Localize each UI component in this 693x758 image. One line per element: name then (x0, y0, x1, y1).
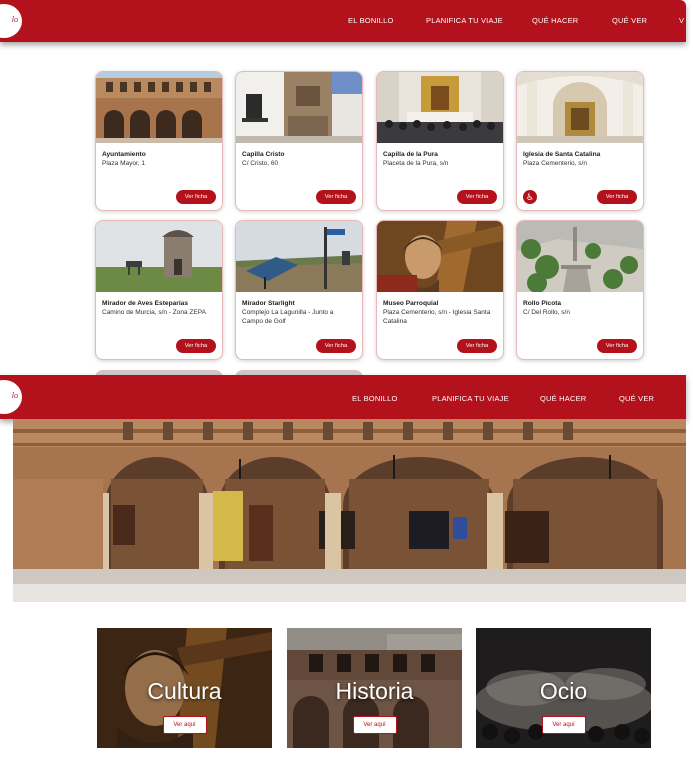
place-card-capilla-cristo[interactable]: Capilla Cristo C/ Cristo, 60 Ver ficha (235, 71, 363, 211)
place-card-rollo-picota[interactable]: Rollo Picota C/ Del Rollo, s/n Ver ficha (516, 220, 644, 360)
category-tile-historia[interactable]: Historia Ver aquí (287, 628, 462, 748)
tile-label: Historia (335, 678, 414, 704)
site-logo[interactable]: lo (0, 4, 22, 38)
card-title: Capilla Cristo (242, 151, 285, 158)
card-address: C/ Cristo, 60 (242, 160, 279, 167)
category-tile-cultura[interactable]: Cultura Ver aquí (97, 628, 272, 748)
nav-item-que-hacer[interactable]: QUÉ HACER (540, 394, 586, 403)
card-title: Museo Parroquial (383, 300, 439, 307)
place-card-capilla-de-la-pura[interactable]: Capilla de la Pura Placeta de la Pura, s… (376, 71, 504, 211)
tile-label: Cultura (147, 678, 222, 704)
ver-ficha-button[interactable]: Ver ficha (176, 339, 216, 353)
nav-item-que-ver[interactable]: QUÉ VER (612, 16, 647, 25)
card-address: Plaza Mayor, 1 (102, 160, 145, 167)
card-photo (236, 221, 362, 292)
logo-text: lo (11, 391, 18, 400)
ver-aqui-button[interactable]: Ver aquí (352, 716, 397, 734)
card-address: Placeta de la Pura, s/n (383, 160, 449, 167)
card-title: Rollo Picota (523, 300, 562, 307)
second-navbar: lo EL BONILLO PLANIFICA TU VIAJE QUÉ HAC… (0, 375, 686, 419)
card-title: Iglesia de Santa Catalina (523, 151, 601, 158)
card-address: Plaza Cementerio, s/n - Iglesia Santa Ca… (383, 309, 491, 325)
card-title: Ayuntamiento (102, 151, 146, 158)
card-photo (96, 221, 222, 292)
card-photo (377, 72, 503, 143)
nav-item-el-bonillo[interactable]: EL BONILLO (352, 394, 398, 403)
ver-ficha-button[interactable]: Ver ficha (176, 190, 216, 204)
card-address: Camino de Murcia, s/n - Zona ZEPA (102, 309, 206, 316)
tile-label: Ocio (539, 678, 588, 704)
category-tile-ocio[interactable]: Ocio Ver aquí (476, 628, 651, 748)
card-address: Complejo La Lagunilla - Junto a Campo de… (242, 309, 334, 325)
nav-item-que-ver[interactable]: QUÉ VER (619, 394, 654, 403)
nav-item-que-hacer[interactable]: QUÉ HACER (532, 16, 578, 25)
card-photo (236, 72, 362, 143)
ver-ficha-button[interactable]: Ver ficha (316, 339, 356, 353)
ver-ficha-button[interactable]: Ver ficha (597, 190, 637, 204)
place-card-iglesia-de-santa-catalina[interactable]: Iglesia de Santa Catalina Plaza Cementer… (516, 71, 644, 211)
nav-item-planifica-tu-viaje[interactable]: PLANIFICA TU VIAJE (426, 16, 503, 25)
ver-aqui-button[interactable]: Ver aquí (541, 716, 586, 734)
place-card-ayuntamiento[interactable]: Ayuntamiento Plaza Mayor, 1 Ver ficha (95, 71, 223, 211)
ver-ficha-button[interactable]: Ver ficha (597, 339, 637, 353)
card-address: C/ Del Rollo, s/n (523, 309, 570, 316)
card-title: Mirador Starlight (242, 300, 295, 307)
place-card-mirador-de-aves-esteparias[interactable]: Mirador de Aves Esteparias Camino de Mur… (95, 220, 223, 360)
nav-item-el-bonillo[interactable]: EL BONILLO (348, 16, 394, 25)
ver-aqui-button[interactable]: Ver aquí (162, 716, 207, 734)
wheelchair-icon[interactable]: ♿ (523, 190, 537, 204)
hero-image-plaza-mayor (13, 419, 686, 602)
place-card-museo-parroquial[interactable]: Museo Parroquial Plaza Cementerio, s/n -… (376, 220, 504, 360)
site-logo[interactable]: lo (0, 380, 22, 414)
card-address: Plaza Cementerio, s/n (523, 160, 587, 167)
card-photo (96, 72, 222, 143)
card-title: Mirador de Aves Esteparias (102, 300, 188, 307)
nav-item-planifica-tu-viaje[interactable]: PLANIFICA TU VIAJE (432, 394, 509, 403)
card-photo (377, 221, 503, 292)
card-photo (517, 72, 643, 143)
ver-ficha-button[interactable]: Ver ficha (316, 190, 356, 204)
card-photo (517, 221, 643, 292)
card-title: Capilla de la Pura (383, 151, 438, 158)
place-card-mirador-starlight[interactable]: Mirador Starlight Complejo La Lagunilla … (235, 220, 363, 360)
logo-text: lo (11, 15, 18, 24)
ver-ficha-button[interactable]: Ver ficha (457, 339, 497, 353)
ver-ficha-button[interactable]: Ver ficha (457, 190, 497, 204)
top-navbar: lo EL BONILLO PLANIFICA TU VIAJE QUÉ HAC… (0, 0, 686, 42)
nav-item-more[interactable]: V (679, 16, 684, 25)
